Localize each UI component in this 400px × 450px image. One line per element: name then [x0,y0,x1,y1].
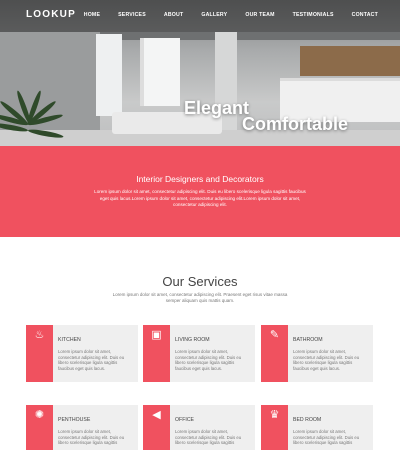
band-title: Interior Designers and Decorators [136,174,264,184]
navbar: LOOKUP HOME SERVICES ABOUT GALLERY OUR T… [0,0,400,32]
card-title: BED ROOM [293,417,322,423]
nav-menu: HOME SERVICES ABOUT GALLERY OUR TEAM TES… [66,12,378,18]
nav-item-testimonials[interactable]: TESTIMONIALS [293,12,334,18]
card-title: PENTHOUSE [58,417,91,423]
card-text: Lorem ipsum dolor sit amet, consectetur … [293,349,360,371]
card-title: OFFICE [175,417,195,423]
nav-item-services[interactable]: SERVICES [118,12,146,18]
hero-cabinets [300,46,400,76]
nav-item-gallery[interactable]: GALLERY [201,12,227,18]
plant-illustration [0,89,70,146]
card-text: Lorem ipsum dolor sit amet, consectetur … [293,429,360,446]
trophy-icon: ♛ [269,409,280,421]
hero-tagline-line1: Elegant [184,98,250,118]
card-title: KITCHEN [58,337,81,343]
service-card-penthouse[interactable]: ✺ PENTHOUSE Lorem ipsum dolor sit amet, … [26,405,138,450]
chef-hat-icon: ♨ [34,329,45,341]
services-title: Our Services [162,274,238,289]
band-text: Lorem ipsum dolor sit amet, consectetur … [94,189,306,208]
nav-item-our-team[interactable]: OUR TEAM [245,12,274,18]
atom-icon: ✺ [34,409,45,421]
service-card-office[interactable]: ◀ OFFICE Lorem ipsum dolor sit amet, con… [143,405,255,450]
service-card-bathroom[interactable]: ✎ BATHROOM Lorem ipsum dolor sit amet, c… [261,325,373,382]
nav-item-home[interactable]: HOME [84,12,100,18]
briefcase-icon: ▣ [151,329,162,341]
card-text: Lorem ipsum dolor sit amet, consectetur … [58,349,125,371]
card-text: Lorem ipsum dolor sit amet, consectetur … [58,429,125,446]
service-card-living-room[interactable]: ▣ LIVING ROOM Lorem ipsum dolor sit amet… [143,325,255,382]
service-card-kitchen[interactable]: ♨ KITCHEN Lorem ipsum dolor sit amet, co… [26,325,138,382]
pencil-ruler-icon: ✎ [269,329,280,341]
service-card-bed-room[interactable]: ♛ BED ROOM Lorem ipsum dolor sit amet, c… [261,405,373,450]
hero-window [140,38,180,106]
card-title: LIVING ROOM [175,337,210,343]
megaphone-icon: ◀ [152,409,161,421]
services-subtitle: Lorem ipsum dolor sit amet, consectetur … [112,292,288,303]
hero-window [96,34,122,116]
nav-item-contact[interactable]: CONTACT [352,12,378,18]
hero-tagline-line2: Comfortable [242,114,349,134]
card-text: Lorem ipsum dolor sit amet, consectetur … [175,349,242,371]
card-text: Lorem ipsum dolor sit amet, consectetur … [175,429,242,446]
intro-band: Interior Designers and Decorators Lorem … [0,146,400,237]
card-title: BATHROOM [293,337,323,343]
nav-item-about[interactable]: ABOUT [164,12,183,18]
